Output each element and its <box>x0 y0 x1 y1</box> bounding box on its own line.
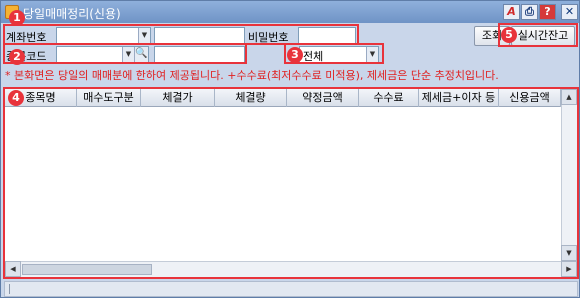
callout-badge-2: 2 <box>9 49 25 65</box>
callout-box-4 <box>3 87 579 279</box>
status-bar <box>4 281 578 297</box>
callout-badge-4: 4 <box>8 90 24 106</box>
app-window: 당일매매정리(신용) A ⎙ ? ✕ 계좌번호 ▼ 비밀번호 조회 실시간잔고 … <box>0 0 580 298</box>
callout-box-1 <box>3 24 359 45</box>
title-bar[interactable]: 당일매매정리(신용) A ⎙ ? ✕ <box>1 1 579 23</box>
grip-icon <box>9 284 12 294</box>
font-a-icon[interactable]: A <box>503 4 520 20</box>
window-title: 당일매매정리(신용) <box>23 7 121 21</box>
close-icon[interactable]: ✕ <box>561 4 578 20</box>
callout-badge-1: 1 <box>9 10 25 26</box>
callout-badge-5: 5 <box>501 27 517 43</box>
callout-box-2 <box>3 43 247 64</box>
help-icon[interactable]: ? <box>539 4 556 20</box>
callout-badge-3: 3 <box>287 47 303 63</box>
print-icon[interactable]: ⎙ <box>521 4 538 20</box>
notice-text: * 본화면은 당일의 매매분에 한하여 제공됩니다. +수수료(최저수수료 미적… <box>5 69 499 82</box>
